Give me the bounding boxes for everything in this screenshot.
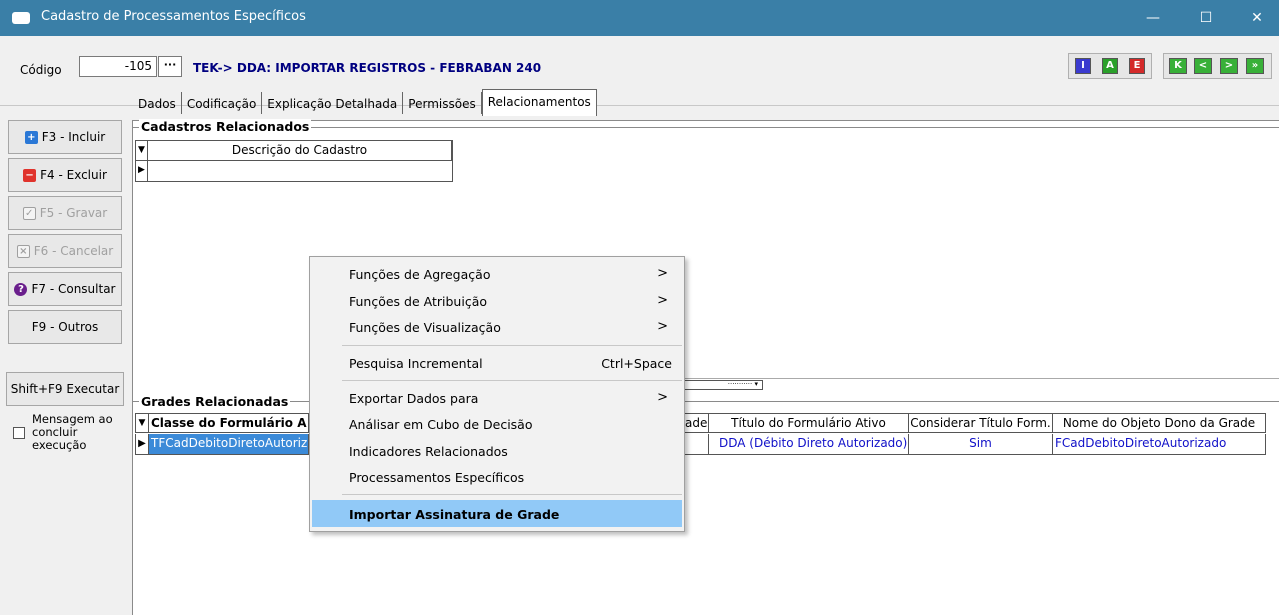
gravar-button[interactable]: ✓ F5 - Gravar: [8, 196, 122, 230]
row-indicator-icon: ▶: [136, 161, 148, 181]
close-button[interactable]: ✕: [1234, 0, 1279, 36]
menu-item-label: Análisar em Cubo de Decisão: [349, 417, 533, 432]
classe-column-header[interactable]: Classe do Formulário A: [149, 413, 309, 433]
context-menu: Funções de Agregação > Funções de Atribu…: [309, 256, 685, 532]
menu-item-label: Indicadores Relacionados: [349, 444, 508, 459]
cadastros-grid[interactable]: ▼ Descrição do Cadastro ▶: [135, 140, 453, 182]
prev-record-icon[interactable]: <: [1194, 58, 1212, 74]
menu-item-shortcut: Ctrl+Space: [601, 356, 672, 371]
grades-group-line: [132, 401, 1279, 402]
tab-permissoes[interactable]: Permissões: [403, 92, 482, 114]
tab-dados[interactable]: Dados: [133, 92, 182, 114]
descricao-column-header[interactable]: Descrição do Cadastro: [148, 141, 452, 160]
submenu-arrow-icon: >: [657, 390, 668, 405]
app-icon: [12, 12, 30, 24]
column-header-ade[interactable]: ade: [685, 413, 709, 433]
menu-item-label: Pesquisa Incremental: [349, 356, 483, 371]
considerar-column-header[interactable]: Considerar Título Form.: [909, 413, 1053, 433]
menu-item-label: Funções de Atribuição: [349, 294, 488, 309]
excluir-button[interactable]: − F4 - Excluir: [8, 158, 122, 192]
dropdown-icon[interactable]: ▼: [135, 413, 149, 433]
dropdown-icon[interactable]: ▼: [136, 141, 148, 160]
minimize-button[interactable]: —: [1130, 0, 1176, 36]
plus-icon: +: [24, 130, 38, 144]
code-field[interactable]: -105: [79, 56, 157, 77]
process-description: TEK-> DDA: IMPORTAR REGISTROS - FEBRABAN…: [193, 61, 542, 75]
menu-item-label: Funções de Agregação: [349, 267, 491, 282]
cancelar-button[interactable]: × F6 - Cancelar: [8, 234, 122, 268]
menu-item-funcoes-visualizacao[interactable]: Funções de Visualização >: [310, 315, 684, 339]
nome-objeto-cell[interactable]: FCadDebitoDiretoAutorizado: [1053, 434, 1266, 455]
outros-label: F9 - Outros: [31, 320, 99, 334]
row-indicator-icon: ▶: [135, 434, 149, 455]
flag-e-icon[interactable]: E: [1129, 58, 1145, 74]
considerar-cell[interactable]: Sim: [909, 434, 1053, 455]
menu-item-label: Exportar Dados para: [349, 391, 479, 406]
titulo-cell[interactable]: DDA (Débito Direto Autorizado): [709, 434, 909, 455]
submenu-arrow-icon: >: [657, 319, 668, 334]
splitter-line: [683, 378, 1279, 379]
ade-cell[interactable]: [685, 434, 709, 455]
menu-item-funcoes-agregacao[interactable]: Funções de Agregação >: [310, 262, 684, 286]
title-bar: Cadastro de Processamentos Específicos —…: [0, 0, 1279, 36]
menu-item-label: Importar Assinatura de Grade: [349, 507, 560, 522]
tab-relacionamentos[interactable]: Relacionamentos: [481, 89, 597, 116]
x-icon: ×: [16, 244, 30, 258]
classe-cell[interactable]: TFCadDebitoDiretoAutoriza: [149, 434, 309, 455]
excluir-label: F4 - Excluir: [40, 168, 107, 182]
submenu-arrow-icon: >: [657, 266, 668, 281]
menu-item-indicadores[interactable]: Indicadores Relacionados: [310, 439, 684, 463]
tab-codificacao[interactable]: Codificação: [182, 92, 263, 114]
next-record-icon[interactable]: >: [1220, 58, 1238, 74]
first-record-icon[interactable]: K: [1169, 58, 1187, 74]
mensagem-checkbox[interactable]: [13, 427, 25, 439]
menu-item-pesquisa-incremental[interactable]: Pesquisa Incremental Ctrl+Space: [310, 351, 684, 375]
menu-separator: [342, 494, 682, 495]
lookup-button[interactable]: ···: [158, 56, 182, 77]
menu-item-exportar-dados[interactable]: Exportar Dados para >: [310, 386, 684, 410]
relacionamentos-panel: [132, 120, 1279, 615]
menu-separator: [342, 345, 682, 346]
splitter-handle[interactable]: ··········· ▾: [683, 380, 763, 390]
incluir-label: F3 - Incluir: [41, 130, 106, 144]
code-label: Código: [20, 63, 62, 77]
menu-item-label: Processamentos Específicos: [349, 470, 525, 485]
last-record-icon[interactable]: »: [1246, 58, 1264, 74]
outros-button[interactable]: F9 - Outros: [8, 310, 122, 344]
executar-label: Shift+F9 Executar: [10, 382, 120, 396]
flag-i-icon[interactable]: I: [1075, 58, 1091, 74]
menu-item-funcoes-atribuicao[interactable]: Funções de Atribuição >: [310, 289, 684, 313]
grades-title: Grades Relacionadas: [139, 394, 291, 409]
consultar-label: F7 - Consultar: [31, 282, 116, 296]
titulo-column-header[interactable]: Título do Formulário Ativo: [709, 413, 909, 433]
grades-grid[interactable]: ▼ Classe do Formulário A ade Título do F…: [133, 413, 1266, 455]
consultar-button[interactable]: ? F7 - Consultar: [8, 272, 122, 306]
tab-explicacao[interactable]: Explicação Detalhada: [262, 92, 404, 114]
question-icon: ?: [14, 282, 28, 296]
menu-item-processamentos[interactable]: Processamentos Específicos: [310, 465, 684, 489]
menu-separator: [342, 380, 682, 381]
menu-item-label: Funções de Visualização: [349, 320, 501, 335]
maximize-button[interactable]: ☐: [1183, 0, 1229, 36]
nome-objeto-column-header[interactable]: Nome do Objeto Dono da Grade: [1053, 413, 1266, 433]
submenu-arrow-icon: >: [657, 293, 668, 308]
window-title: Cadastro de Processamentos Específicos: [41, 9, 306, 24]
executar-button[interactable]: Shift+F9 Executar: [6, 372, 124, 406]
check-icon: ✓: [22, 206, 36, 220]
incluir-button[interactable]: + F3 - Incluir: [8, 120, 122, 154]
cancelar-label: F6 - Cancelar: [33, 244, 114, 258]
tab-bar: Dados Codificação Explicação Detalhada P…: [133, 89, 597, 116]
minus-icon: −: [23, 168, 37, 182]
cadastros-title: Cadastros Relacionados: [139, 119, 312, 134]
flag-a-icon[interactable]: A: [1102, 58, 1118, 74]
menu-item-importar-assinatura[interactable]: Importar Assinatura de Grade: [312, 500, 682, 527]
mensagem-label: Mensagem ao concluir execução: [32, 412, 113, 452]
gravar-label: F5 - Gravar: [39, 206, 108, 220]
menu-item-cubo-decisao[interactable]: Análisar em Cubo de Decisão: [310, 412, 684, 436]
